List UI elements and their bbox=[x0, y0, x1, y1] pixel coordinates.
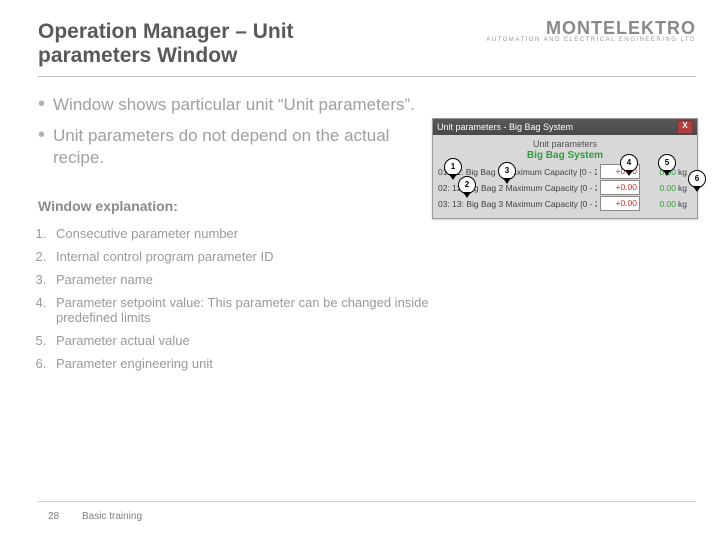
header-rule bbox=[38, 76, 696, 77]
explain-item-5: Parameter actual value bbox=[50, 333, 480, 348]
explain-heading: Window explanation: bbox=[38, 198, 178, 214]
bullet-2: • Unit parameters do not depend on the a… bbox=[38, 125, 418, 168]
param-row: 02: 12: Big Bag 2 Maximum Capacity [0 - … bbox=[438, 180, 692, 195]
body-text: • Window shows particular unit “Unit par… bbox=[38, 90, 418, 178]
window-system: Big Bag System bbox=[438, 150, 692, 161]
logo-tagline: AUTOMATION AND ELECTRICAL ENGINEERING LT… bbox=[486, 37, 696, 43]
footer-label: Basic training bbox=[82, 511, 142, 522]
explain-item-3: Parameter name bbox=[50, 272, 480, 287]
param-actual: 0.00 bbox=[644, 183, 676, 193]
logo: MONTELEKTRO AUTOMATION AND ELECTRICAL EN… bbox=[486, 18, 696, 43]
bullet-1: • Window shows particular unit “Unit par… bbox=[38, 94, 418, 115]
param-setpoint[interactable]: +0.00 bbox=[600, 180, 640, 195]
param-row: 03: 13: Big Bag 3 Maximum Capacity [0 - … bbox=[438, 196, 692, 211]
window-titlebar[interactable]: Unit parameters - Big Bag System X bbox=[433, 119, 697, 135]
param-setpoint[interactable]: +0.00 bbox=[600, 196, 640, 211]
explain-item-1: Consecutive parameter number bbox=[50, 226, 480, 241]
param-actual: 0.00 bbox=[644, 199, 676, 209]
window-heading: Unit parameters bbox=[438, 139, 692, 149]
param-row: 01: 11: Big Bag 1 Maximum Capacity [0 - … bbox=[438, 164, 692, 179]
explain-item-4: Parameter setpoint value: This parameter… bbox=[50, 295, 480, 325]
footer-rule bbox=[38, 501, 696, 502]
page-number: 28 bbox=[48, 511, 59, 522]
param-name: 03: 13: Big Bag 3 Maximum Capacity [0 - … bbox=[438, 199, 597, 209]
callout-pin-3: 3 bbox=[498, 162, 516, 180]
callout-pin-5: 5 bbox=[658, 154, 676, 172]
bullet-dot: • bbox=[38, 125, 45, 168]
page-title: Operation Manager – Unit parameters Wind… bbox=[38, 20, 398, 68]
explain-item-2: Internal control program parameter ID bbox=[50, 249, 480, 264]
explain-item-6: Parameter engineering unit bbox=[50, 356, 480, 371]
unit-parameters-window: Unit parameters - Big Bag System X Unit … bbox=[432, 118, 698, 219]
callout-pin-1: 1 bbox=[444, 158, 462, 176]
window-title: Unit parameters - Big Bag System bbox=[437, 119, 573, 135]
param-unit: kg bbox=[678, 199, 692, 209]
callout-pin-2: 2 bbox=[458, 176, 476, 194]
callout-pin-6: 6 bbox=[688, 170, 706, 188]
bullet-dot: • bbox=[38, 94, 45, 115]
slide: Operation Manager – Unit parameters Wind… bbox=[0, 0, 720, 540]
logo-brand: MONTELEKTRO bbox=[486, 18, 696, 39]
callout-pin-4: 4 bbox=[620, 154, 638, 172]
bullet-2-text: Unit parameters do not depend on the act… bbox=[53, 125, 418, 168]
explain-list: Consecutive parameter number Internal co… bbox=[24, 218, 480, 379]
window-body: Unit parameters Big Bag System 01: 11: B… bbox=[433, 135, 697, 218]
bullet-1-text: Window shows particular unit “Unit param… bbox=[53, 94, 415, 115]
close-button[interactable]: X bbox=[677, 120, 693, 134]
